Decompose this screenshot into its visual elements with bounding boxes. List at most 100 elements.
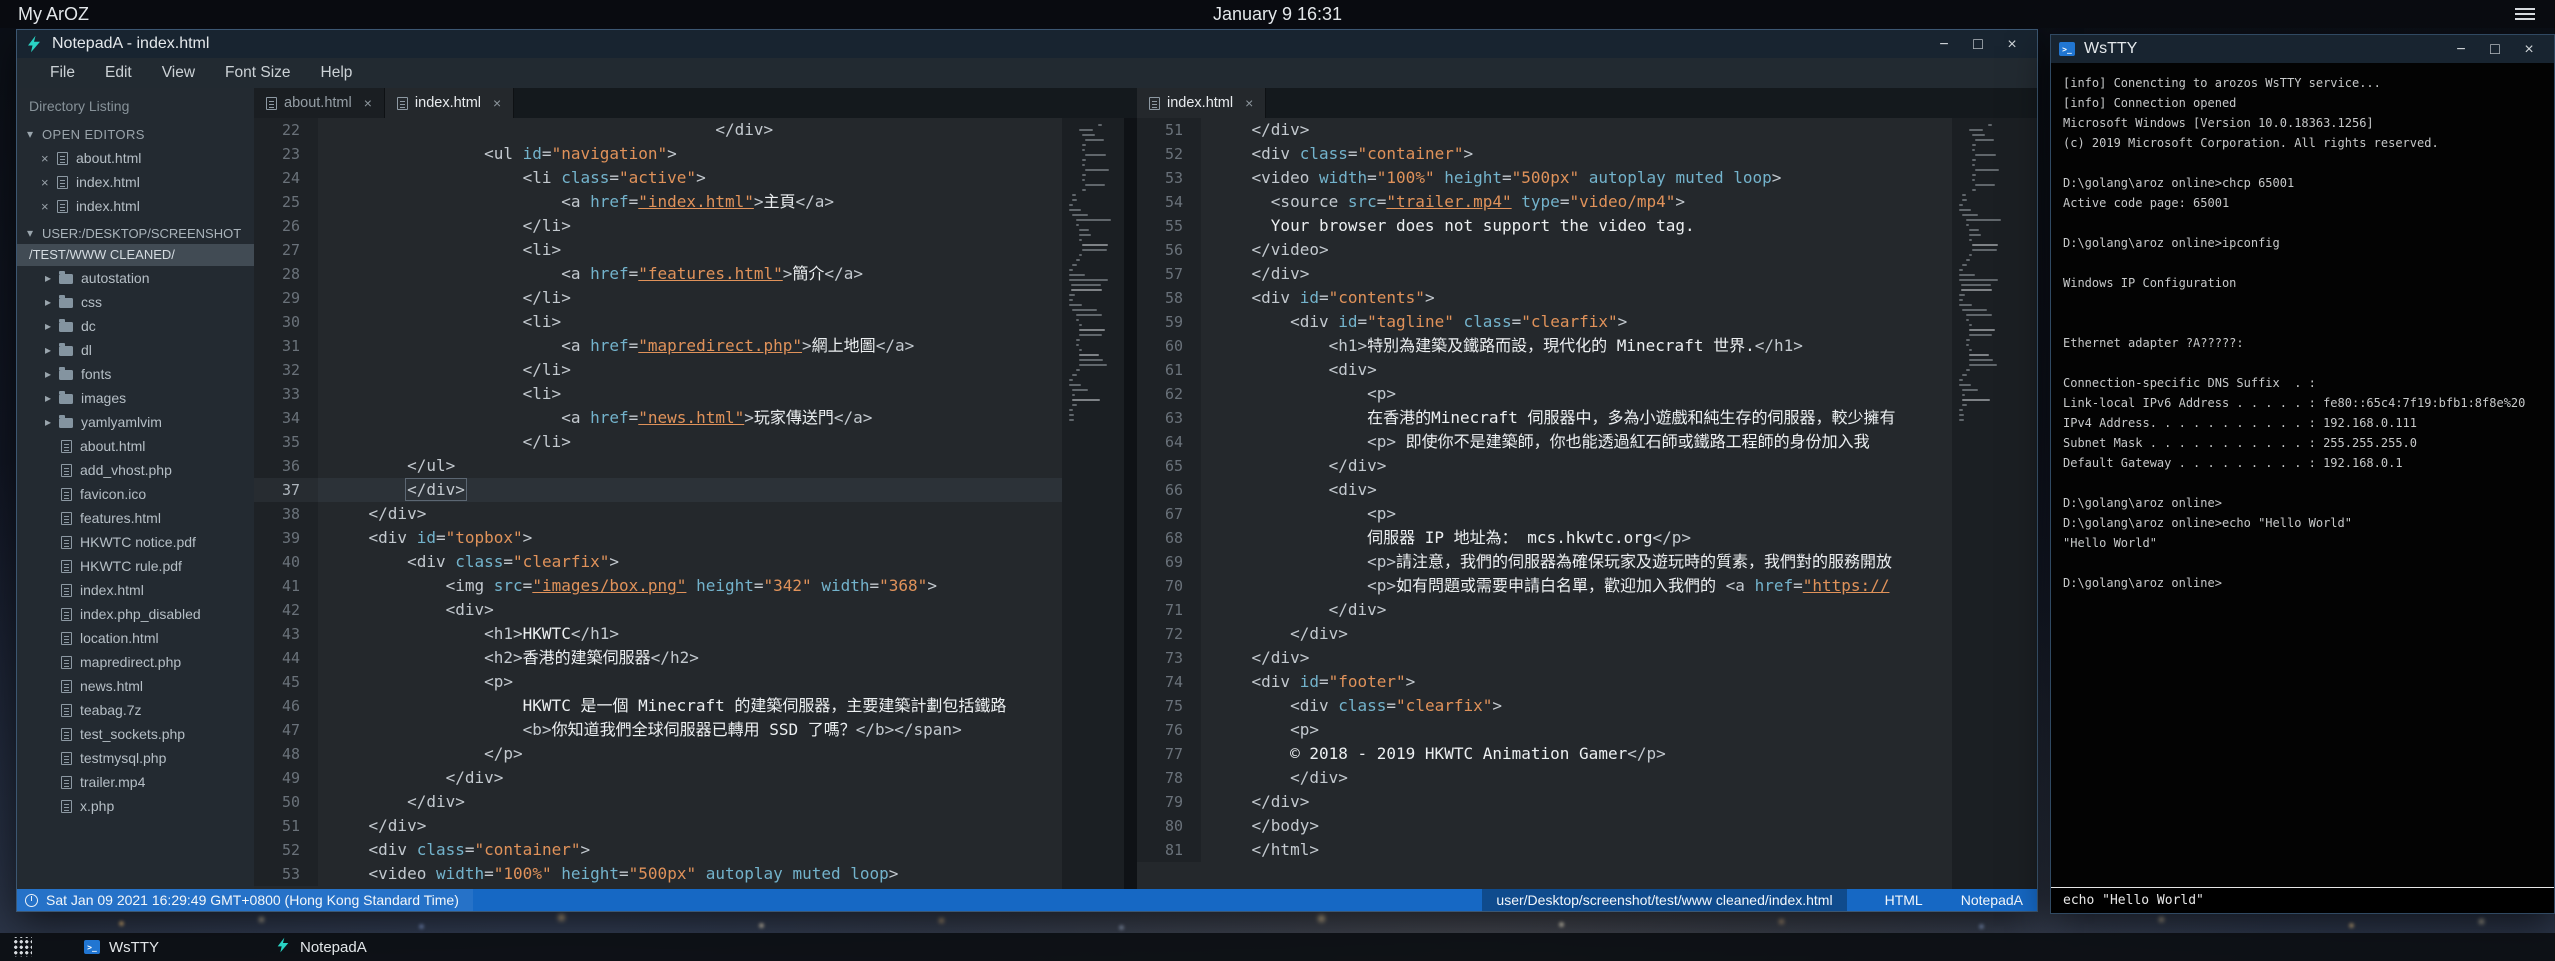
code-line-34[interactable]: 34 <a href="news.html">玩家傳送門</a> (254, 406, 1062, 430)
tree-file[interactable]: x.php (17, 794, 254, 818)
code-line-74[interactable]: 74 <div id="footer"> (1137, 670, 1952, 694)
tree-file[interactable]: add_vhost.php (17, 458, 254, 482)
open-editors-header[interactable]: ▾ OPEN EDITORS (17, 122, 254, 146)
code-text[interactable]: <p> (1201, 502, 1952, 526)
tree-folder[interactable]: ▸fonts (17, 362, 254, 386)
code-text[interactable]: © 2018 - 2019 HKWTC Animation Gamer</p> (1201, 742, 1952, 766)
close-button[interactable]: × (2512, 36, 2546, 63)
code-line-51[interactable]: 51 </div> (1137, 118, 1952, 142)
code-text[interactable]: HKWTC 是一個 Minecraft 的建築伺服器，主要建築計劃包括鐵路 (318, 694, 1062, 718)
tree-folder[interactable]: ▸yamlyamlvim (17, 410, 254, 434)
code-line-37[interactable]: 37 </div> (254, 478, 1062, 502)
code-line-71[interactable]: 71 </div> (1137, 598, 1952, 622)
code-text[interactable]: </body> (1201, 814, 1952, 838)
code-text[interactable]: <li> (318, 382, 1062, 406)
close-editor-icon[interactable]: × (41, 199, 57, 214)
tree-folder[interactable]: ▸autostation (17, 266, 254, 290)
tree-file[interactable]: index.html (17, 578, 254, 602)
terminal-input-line[interactable]: echo "Hello World" (2051, 887, 2554, 913)
minimap-left[interactable] (1062, 118, 1124, 889)
code-text[interactable]: </div> (1201, 646, 1952, 670)
tab-close-icon[interactable]: × (493, 95, 501, 111)
code-line-47[interactable]: 47 <b>你知道我們全球伺服器已轉用 SSD 了嗎？</b></span> (254, 718, 1062, 742)
code-text[interactable]: <div id="topbox"> (318, 526, 1062, 550)
maximize-button[interactable]: □ (2478, 36, 2512, 63)
code-line-35[interactable]: 35 </li> (254, 430, 1062, 454)
code-text[interactable]: <a href="features.html">簡介</a> (318, 262, 1062, 286)
tree-folder[interactable]: ▸images (17, 386, 254, 410)
code-line-77[interactable]: 77 © 2018 - 2019 HKWTC Animation Gamer</… (1137, 742, 1952, 766)
minimap-right[interactable] (1952, 118, 2037, 889)
menu-font-size[interactable]: Font Size (210, 58, 305, 88)
code-text[interactable]: 在香港的Minecraft 伺服器中，多為小遊戲和純生存的伺服器，較少擁有 (1201, 406, 1952, 430)
code-text[interactable]: <source src="trailer.mp4" type="video/mp… (1201, 190, 1952, 214)
menu-file[interactable]: File (35, 58, 90, 88)
code-text[interactable]: <div class="clearfix"> (1201, 694, 1952, 718)
code-line-55[interactable]: 55 Your browser does not support the vid… (1137, 214, 1952, 238)
code-line-78[interactable]: 78 </div> (1137, 766, 1952, 790)
code-line-76[interactable]: 76 <p> (1137, 718, 1952, 742)
tree-file[interactable]: HKWTC notice.pdf (17, 530, 254, 554)
code-line-49[interactable]: 49 </div> (254, 766, 1062, 790)
code-text[interactable]: </div> (1201, 262, 1952, 286)
code-line-30[interactable]: 30 <li> (254, 310, 1062, 334)
close-editor-icon[interactable]: × (41, 151, 57, 166)
code-text[interactable]: </div> (1201, 790, 1952, 814)
minimize-button[interactable]: − (1927, 31, 1961, 58)
minimize-button[interactable]: − (2444, 36, 2478, 63)
open-editor-item[interactable]: ×index.html (17, 194, 254, 218)
code-text[interactable]: </div> (1201, 454, 1952, 478)
code-line-26[interactable]: 26 </li> (254, 214, 1062, 238)
tree-file[interactable]: about.html (17, 434, 254, 458)
code-text[interactable]: 伺服器 IP 地址為： mcs.hkwtc.org</p> (1201, 526, 1952, 550)
code-text[interactable]: </div> (318, 766, 1062, 790)
code-line-72[interactable]: 72 </div> (1137, 622, 1952, 646)
code-text[interactable]: <div class="container"> (318, 838, 1062, 862)
code-line-31[interactable]: 31 <a href="mapredirect.php">網上地圖</a> (254, 334, 1062, 358)
code-text[interactable]: <b>你知道我們全球伺服器已轉用 SSD 了嗎？</b></span> (318, 718, 1062, 742)
tree-file[interactable]: features.html (17, 506, 254, 530)
notepada-titlebar[interactable]: NotepadA - index.html − □ × (17, 30, 2037, 58)
code-line-22[interactable]: 22 </div> (254, 118, 1062, 142)
code-line-56[interactable]: 56 </video> (1137, 238, 1952, 262)
close-editor-icon[interactable]: × (41, 175, 57, 190)
menu-help[interactable]: Help (306, 58, 368, 88)
system-brand[interactable]: My ArOZ (18, 4, 89, 25)
code-line-54[interactable]: 54 <source src="trailer.mp4" type="video… (1137, 190, 1952, 214)
tab-index.html[interactable]: index.html× (1137, 88, 1266, 118)
code-text[interactable]: <li> (318, 238, 1062, 262)
code-line-53[interactable]: 53 <video width="100%" height="500px" au… (254, 862, 1062, 886)
tree-file[interactable]: mapredirect.php (17, 650, 254, 674)
code-line-75[interactable]: 75 <div class="clearfix"> (1137, 694, 1952, 718)
code-line-69[interactable]: 69 <p>請注意，我們的伺服器為確保玩家及遊玩時的質素，我們對的服務開放 (1137, 550, 1952, 574)
code-text[interactable]: <div> (318, 598, 1062, 622)
code-text[interactable]: <a href="index.html">主頁</a> (318, 190, 1062, 214)
open-editor-item[interactable]: ×about.html (17, 146, 254, 170)
code-line-36[interactable]: 36 </ul> (254, 454, 1062, 478)
tree-file[interactable]: testmysql.php (17, 746, 254, 770)
code-line-53[interactable]: 53 <video width="100%" height="500px" au… (1137, 166, 1952, 190)
taskbar-app-wstty[interactable]: >_WsTTY (74, 933, 169, 961)
code-line-68[interactable]: 68 伺服器 IP 地址為： mcs.hkwtc.org</p> (1137, 526, 1952, 550)
code-text[interactable]: </div> (1201, 598, 1952, 622)
tree-folder[interactable]: ▸dc (17, 314, 254, 338)
code-text[interactable]: <div class="clearfix"> (318, 550, 1062, 574)
code-text[interactable]: </li> (318, 358, 1062, 382)
code-line-65[interactable]: 65 </div> (1137, 454, 1952, 478)
code-text[interactable]: </div> (318, 502, 1062, 526)
code-line-60[interactable]: 60 <h1>特別為建築及鐵路而設，現代化的 Minecraft 世界.</h1… (1137, 334, 1952, 358)
code-line-50[interactable]: 50 </div> (254, 790, 1062, 814)
code-text[interactable]: <p> 即使你不是建築師，你也能透過紅石師或鐵路工程師的身份加入我 (1201, 430, 1952, 454)
code-text[interactable]: Your browser does not support the video … (1201, 214, 1952, 238)
tree-folder[interactable]: ▸css (17, 290, 254, 314)
tree-file[interactable]: favicon.ico (17, 482, 254, 506)
tree-file[interactable]: HKWTC rule.pdf (17, 554, 254, 578)
code-text[interactable]: <p>如有問題或需要申請白名單，歡迎加入我們的 <a href="https:/… (1201, 574, 1952, 598)
code-line-41[interactable]: 41 <img src="images/box.png" height="342… (254, 574, 1062, 598)
code-text[interactable]: <li class="active"> (318, 166, 1062, 190)
code-text[interactable]: <h1>特別為建築及鐵路而設，現代化的 Minecraft 世界.</h1> (1201, 334, 1952, 358)
tree-file[interactable]: news.html (17, 674, 254, 698)
code-text[interactable]: <p> (1201, 382, 1952, 406)
code-line-51[interactable]: 51 </div> (254, 814, 1062, 838)
code-line-38[interactable]: 38 </div> (254, 502, 1062, 526)
